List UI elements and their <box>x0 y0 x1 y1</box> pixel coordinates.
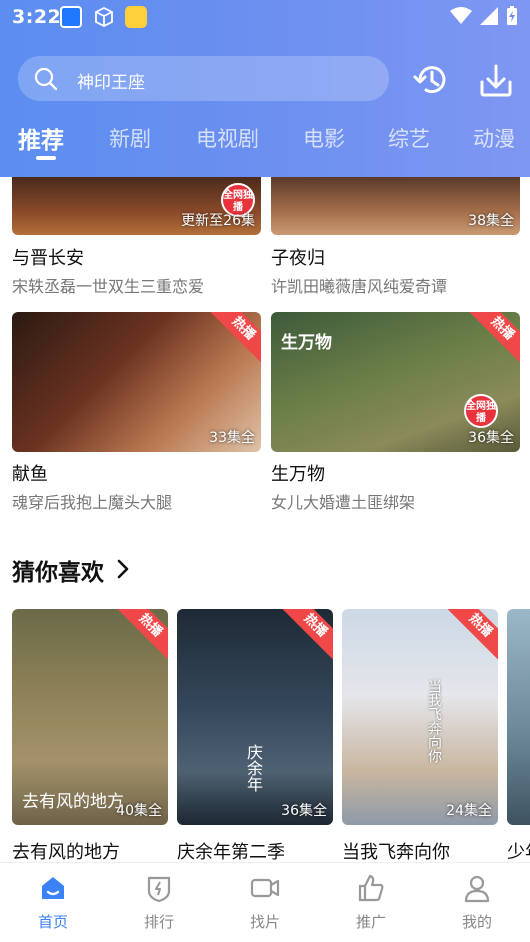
signal-icon <box>480 7 498 25</box>
poster-card[interactable]: 热播 33集全 <box>12 312 261 452</box>
poster-card[interactable]: 38集全 <box>271 177 520 235</box>
hot-badge: 热播 <box>446 609 498 660</box>
poster-logo-text: 生万物 <box>281 333 332 353</box>
tab-tv-series[interactable]: 电视剧 <box>196 123 259 153</box>
header: 3:22 神印王座 推荐 新剧 电视剧 电影 综艺 动漫 <box>0 0 530 177</box>
history-icon[interactable] <box>412 60 452 100</box>
episode-count: 24集全 <box>446 803 492 819</box>
episode-count: 33集全 <box>209 430 255 446</box>
nav-ranking[interactable]: 排行 <box>119 873 199 932</box>
show-description: 魂穿后我抱上魔头大腿 <box>12 493 173 512</box>
exclusive-badge: 全网独播 <box>464 394 498 428</box>
tab-recommend[interactable]: 推荐 <box>18 121 64 155</box>
show-title[interactable]: 献鱼 <box>12 460 48 486</box>
episode-count: 36集全 <box>468 430 514 446</box>
poster-card[interactable]: 热播 庆余年 36集全 <box>177 609 333 825</box>
notification-app-icon <box>60 6 82 28</box>
status-bar: 3:22 <box>0 0 530 38</box>
video-camera-icon <box>250 878 280 898</box>
show-title[interactable]: 子夜归 <box>271 244 325 270</box>
hot-badge: 热播 <box>209 312 261 363</box>
profile-icon <box>464 875 490 903</box>
show-title[interactable]: 少年 <box>507 838 530 864</box>
tab-variety[interactable]: 综艺 <box>388 123 430 153</box>
hot-badge: 热播 <box>116 609 168 660</box>
show-description: 宋轶丞磊一世双生三重恋爱 <box>12 277 205 296</box>
nav-label: 首页 <box>37 913 68 931</box>
section-title[interactable]: 猜你喜欢 <box>12 553 104 587</box>
search-icon <box>34 67 58 91</box>
thumbs-up-icon <box>358 874 384 902</box>
show-title[interactable]: 庆余年第二季 <box>177 838 285 864</box>
search-input[interactable]: 神印王座 <box>18 56 389 101</box>
poster-logo-text: 当我飞奔向你 <box>426 679 442 763</box>
status-time: 3:22 <box>12 6 62 28</box>
episode-count: 40集全 <box>116 803 162 819</box>
hot-badge: 热播 <box>468 312 520 363</box>
poster-card[interactable]: 热播 去有风的地方 40集全 <box>12 609 168 825</box>
ranking-icon <box>147 876 171 903</box>
poster-card[interactable] <box>507 609 530 825</box>
hot-badge: 热播 <box>281 609 333 660</box>
show-title[interactable]: 生万物 <box>271 460 325 486</box>
download-icon[interactable] <box>476 60 516 100</box>
nav-label: 我的 <box>461 913 492 931</box>
nav-find[interactable]: 找片 <box>225 873 305 932</box>
bottom-nav: 首页 排行 找片 推广 我的 <box>0 862 530 942</box>
box-icon <box>95 6 113 28</box>
show-title[interactable]: 去有风的地方 <box>12 838 120 864</box>
tab-new-drama[interactable]: 新剧 <box>109 123 151 153</box>
tab-movies[interactable]: 电影 <box>303 123 345 153</box>
poster-card[interactable]: 生万物 热播 全网独播 36集全 <box>271 312 520 452</box>
poster-card[interactable]: 全网独播 更新至26集 <box>12 177 261 235</box>
status-indicators <box>450 6 518 26</box>
active-tab-indicator <box>36 156 56 160</box>
nav-profile[interactable]: 我的 <box>437 873 517 932</box>
home-icon <box>42 877 64 899</box>
show-description: 女儿大婚遭土匪绑架 <box>271 493 416 512</box>
nav-label: 找片 <box>249 913 280 931</box>
nav-home[interactable]: 首页 <box>13 873 93 932</box>
nav-label: 推广 <box>355 913 386 931</box>
poster-card[interactable]: 热播 当我飞奔向你 24集全 <box>342 609 498 825</box>
tab-anime[interactable]: 动漫 <box>473 123 515 153</box>
episode-count: 36集全 <box>281 803 327 819</box>
show-title[interactable]: 当我飞奔向你 <box>342 838 450 864</box>
game-app-icon <box>125 6 147 28</box>
nav-promote[interactable]: 推广 <box>331 873 411 932</box>
chevron-right-icon[interactable] <box>113 557 133 581</box>
search-query-text: 神印王座 <box>77 73 145 93</box>
show-title[interactable]: 与晋长安 <box>12 244 84 270</box>
show-description: 许凯田曦薇唐风纯爱奇谭 <box>271 277 448 296</box>
category-tabs: 推荐 新剧 电视剧 电影 综艺 动漫 <box>0 118 530 168</box>
episode-count: 更新至26集 <box>181 213 255 229</box>
nav-label: 排行 <box>143 913 174 931</box>
wifi-icon <box>450 7 472 24</box>
battery-icon <box>507 6 517 25</box>
episode-count: 38集全 <box>468 213 514 229</box>
poster-logo-text: 庆余年 <box>244 744 263 792</box>
poster-logo-text: 去有风的地方 <box>22 792 124 812</box>
